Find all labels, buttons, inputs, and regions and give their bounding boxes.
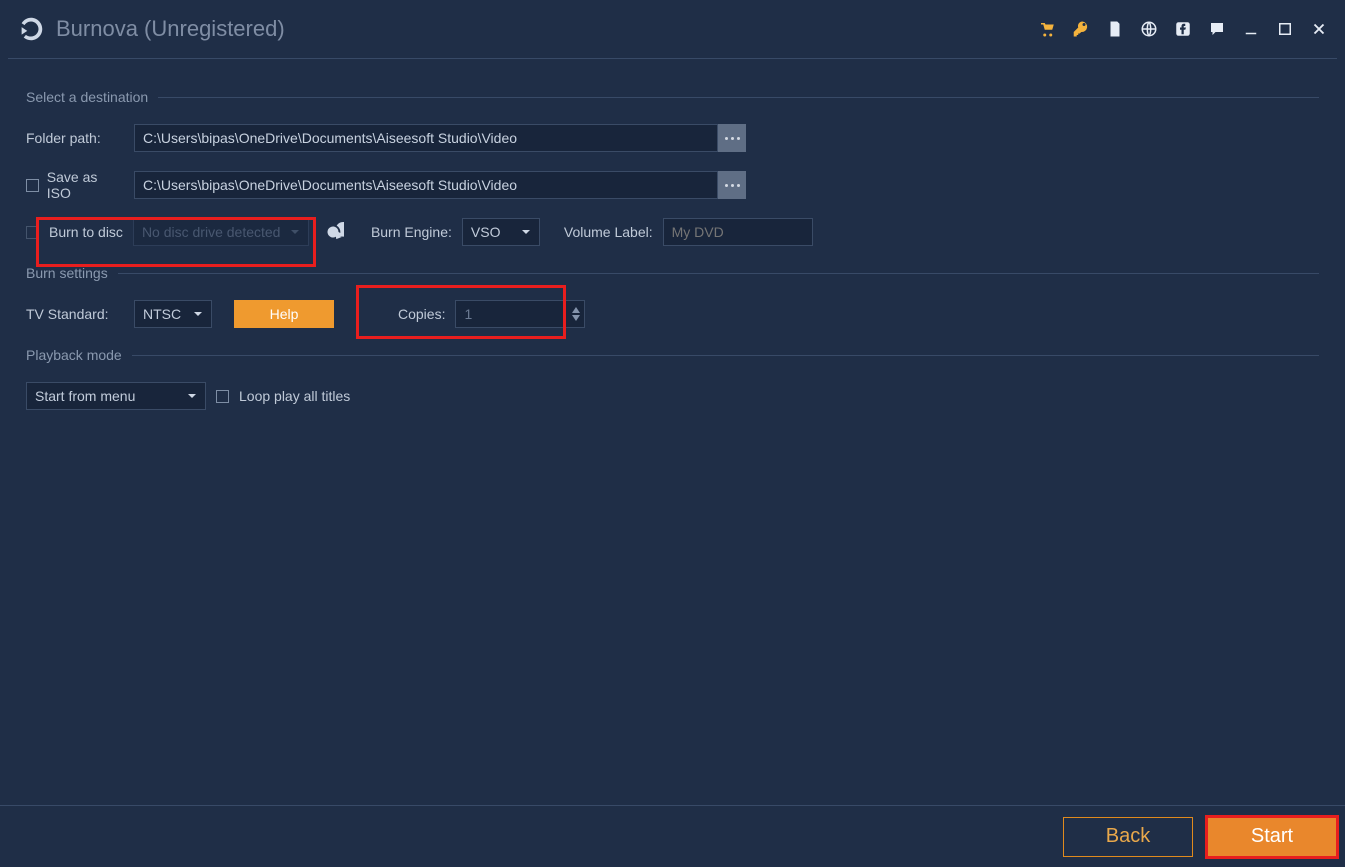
volume-label-label: Volume Label: <box>564 224 653 240</box>
playback-mode-value: Start from menu <box>35 388 135 404</box>
feedback-icon[interactable] <box>1207 19 1227 39</box>
footer: Back Start <box>0 805 1345 867</box>
disc-drive-select: No disc drive detected <box>133 218 309 246</box>
tv-standard-select[interactable]: NTSC <box>134 300 212 328</box>
tv-standard-value: NTSC <box>143 306 181 322</box>
copies-value: 1 <box>456 306 584 322</box>
back-button[interactable]: Back <box>1063 817 1193 857</box>
burn-checkbox[interactable] <box>26 226 39 239</box>
globe-icon[interactable] <box>1139 19 1159 39</box>
titlebar: Burnova (Unregistered) <box>0 0 1345 58</box>
save-iso-label: Save as ISO <box>47 169 124 201</box>
spinner-up-icon[interactable] <box>572 307 580 313</box>
key-icon[interactable] <box>1071 19 1091 39</box>
section-burn-title: Burn settings <box>26 265 108 281</box>
save-iso-checkbox[interactable] <box>26 179 39 192</box>
cart-icon[interactable] <box>1037 19 1057 39</box>
burn-engine-select[interactable]: VSO <box>462 218 540 246</box>
app-logo-icon <box>16 14 46 44</box>
maximize-icon[interactable] <box>1275 19 1295 39</box>
chevron-down-icon <box>193 309 203 319</box>
disc-drive-value: No disc drive detected <box>142 224 281 240</box>
volume-label-input[interactable] <box>663 218 813 246</box>
folder-path-input[interactable] <box>134 124 718 152</box>
copies-input[interactable]: 1 <box>455 300 585 328</box>
start-button[interactable]: Start <box>1205 815 1339 859</box>
loop-checkbox[interactable] <box>216 390 229 403</box>
titlebar-divider <box>8 58 1337 59</box>
document-icon[interactable] <box>1105 19 1125 39</box>
section-destination: Select a destination Folder path: Save a… <box>26 89 1319 247</box>
burn-label: Burn to disc <box>49 224 123 240</box>
section-destination-title: Select a destination <box>26 89 148 105</box>
folder-browse-button[interactable] <box>718 124 746 152</box>
facebook-icon[interactable] <box>1173 19 1193 39</box>
copies-label: Copies: <box>398 306 445 322</box>
section-burn-settings: Burn settings TV Standard: NTSC Help Cop… <box>26 265 1319 329</box>
section-divider <box>118 273 1319 274</box>
iso-browse-button[interactable] <box>718 171 746 199</box>
help-button[interactable]: Help <box>234 300 334 328</box>
loop-label: Loop play all titles <box>239 388 350 404</box>
section-divider <box>158 97 1319 98</box>
chevron-down-icon <box>290 227 300 237</box>
spinner-down-icon[interactable] <box>572 315 580 321</box>
chevron-down-icon <box>187 391 197 401</box>
app-title: Burnova (Unregistered) <box>56 16 285 42</box>
minimize-icon[interactable] <box>1241 19 1261 39</box>
titlebar-actions <box>1037 19 1329 39</box>
chevron-down-icon <box>521 227 531 237</box>
playback-mode-select[interactable]: Start from menu <box>26 382 206 410</box>
burn-engine-label: Burn Engine: <box>371 224 452 240</box>
iso-path-input[interactable] <box>134 171 718 199</box>
section-divider <box>132 355 1319 356</box>
close-icon[interactable] <box>1309 19 1329 39</box>
folder-path-label: Folder path: <box>26 130 124 146</box>
refresh-drives-button[interactable] <box>319 218 347 246</box>
tv-standard-label: TV Standard: <box>26 306 124 322</box>
section-playback-title: Playback mode <box>26 347 122 363</box>
section-playback: Playback mode Start from menu Loop play … <box>26 347 1319 411</box>
burn-engine-value: VSO <box>471 224 501 240</box>
